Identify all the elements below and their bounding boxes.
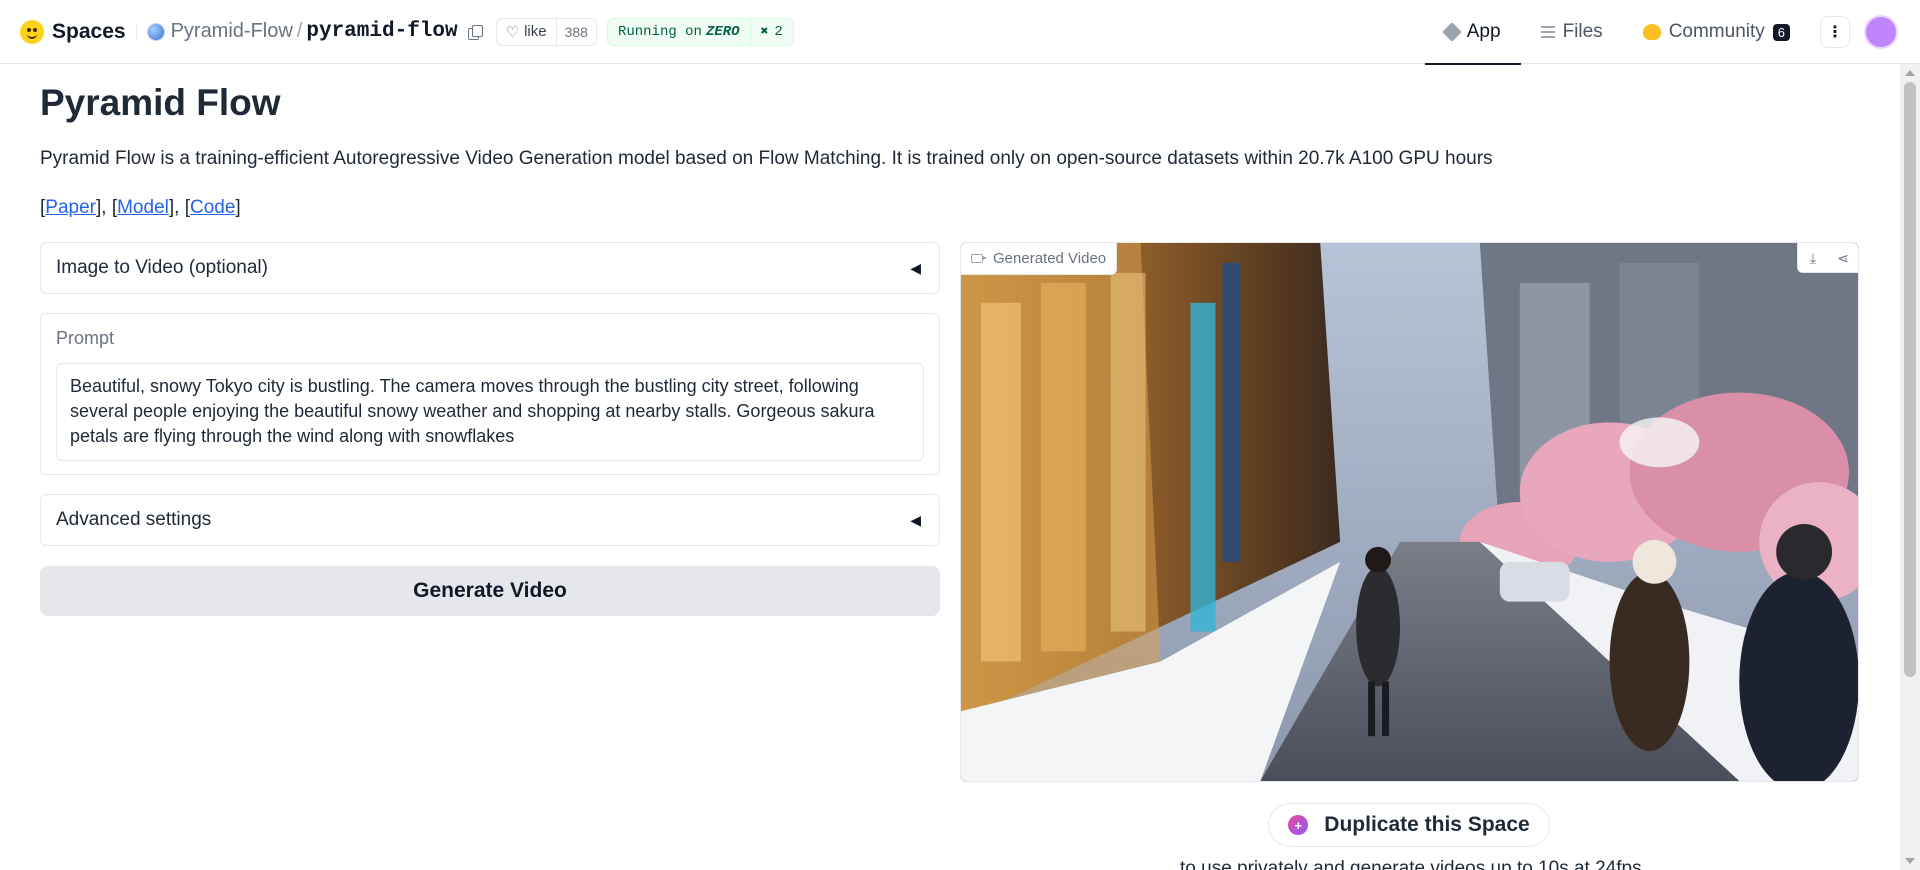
hugging-face-icon [20,19,44,44]
files-icon [1540,26,1555,38]
model-link[interactable]: Model [117,197,169,218]
org-name-link[interactable]: Pyramid-Flow [171,20,293,43]
chip-icon: ✖ [760,24,769,39]
hardware-count-value: 2 [774,23,783,40]
tab-community[interactable]: Community 6 [1623,0,1810,64]
page-scrollbar[interactable] [1900,64,1920,870]
page-description: Pyramid Flow is a training-efficient Aut… [40,148,1493,169]
triangle-left-icon: ◀ [910,511,921,528]
scroll-down-arrow-icon[interactable] [1905,858,1915,864]
share-icon[interactable]: ⋖ [1828,243,1858,273]
duplicate-note: to use privately and generate videos up … [1180,858,1642,870]
community-icon [1642,24,1661,40]
hardware-count: ✖ 2 [749,18,793,45]
like-count[interactable]: 388 [555,18,596,45]
community-count-badge: 6 [1772,23,1790,41]
video-label-text: Generated Video [993,250,1107,267]
prompt-textarea[interactable]: Beautiful, snowy Tokyo city is bustling.… [56,363,924,461]
paper-link[interactable]: Paper [45,197,96,218]
spaces-brand-link[interactable]: Spaces [20,19,126,44]
advanced-settings-label: Advanced settings [56,509,212,530]
generate-video-button[interactable]: Generate Video [40,566,940,616]
runtime-status-text: Running on ZERO [608,24,750,40]
user-avatar[interactable] [1864,15,1898,49]
tab-files[interactable]: Files [1521,0,1623,64]
video-frame-image [961,243,1858,781]
runtime-status-badge[interactable]: Running on ZERO ✖ 2 [606,17,794,46]
vertical-dots-icon: ⋮ [1827,24,1843,41]
generated-video-player[interactable]: Generated Video ⤓ ⋖ [960,242,1859,782]
scroll-up-arrow-icon[interactable] [1905,70,1915,76]
duplicate-icon: + [1288,815,1309,835]
advanced-settings-accordion[interactable]: Advanced settings ◀ [40,494,940,546]
page-title: Pyramid Flow [40,82,281,123]
prompt-panel: Prompt Beautiful, snowy Tokyo city is bu… [40,313,940,475]
reference-links: [Paper], [Model], [Code] [40,197,241,218]
org-avatar-icon [146,22,165,41]
video-label-tag: Generated Video [961,243,1118,275]
video-action-buttons: ⤓ ⋖ [1797,243,1858,273]
space-nav: App Files Community 6 ⋮ [1424,0,1920,65]
like-label: like [524,23,547,40]
tab-files-label: Files [1562,21,1603,42]
tab-app[interactable]: App [1424,0,1521,65]
heart-icon: ♡ [505,23,520,41]
path-separator: / [296,20,303,42]
camera-icon [971,254,987,263]
tab-app-label: App [1466,21,1501,42]
download-icon[interactable]: ⤓ [1798,243,1828,273]
cube-icon [1441,22,1462,42]
triangle-left-icon: ◀ [910,259,921,276]
duplicate-space-label: Duplicate this Space [1324,813,1530,836]
duplicate-space-button[interactable]: + Duplicate this Space [1268,803,1550,847]
status-prefix: Running on [617,23,702,40]
status-hardware: ZERO [705,23,740,40]
space-name-link[interactable]: pyramid-flow [306,20,457,43]
like-button[interactable]: ♡ like [497,19,556,45]
scrollbar-thumb[interactable] [1904,82,1916,677]
header-divider [135,22,137,41]
image-to-video-label: Image to Video (optional) [56,257,268,278]
more-options-button[interactable]: ⋮ [1820,16,1850,48]
prompt-label: Prompt [56,328,115,348]
code-link[interactable]: Code [190,197,235,218]
image-to-video-accordion[interactable]: Image to Video (optional) ◀ [40,242,940,294]
copy-icon[interactable] [467,24,483,40]
spaces-brand-label: Spaces [52,19,126,43]
like-widget: ♡ like 388 [495,17,597,46]
top-navigation-bar: Spaces Pyramid-Flow / pyramid-flow ♡ lik… [0,0,1920,65]
tab-community-label: Community [1668,21,1765,42]
